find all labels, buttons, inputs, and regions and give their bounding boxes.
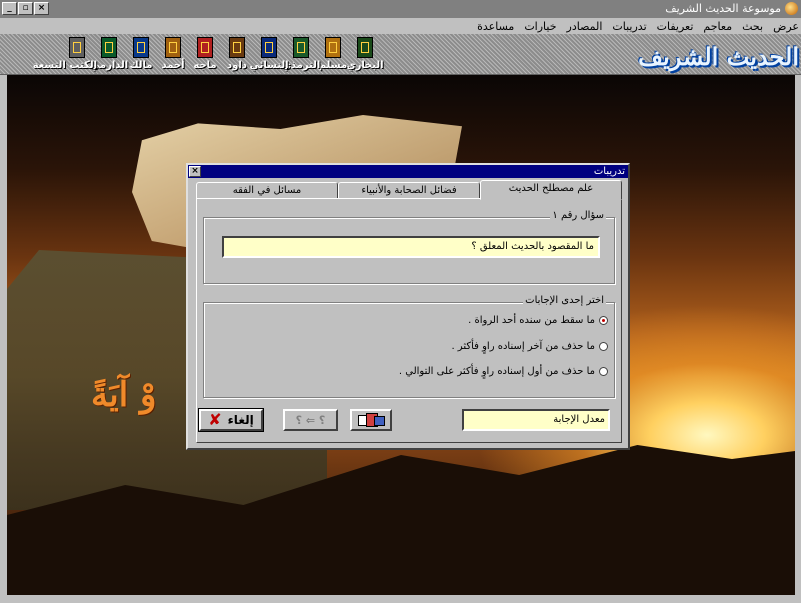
menu-view[interactable]: عرض	[773, 20, 799, 33]
dialog-titlebar: تدريبات ×	[188, 165, 628, 178]
next-question-button[interactable]: ؟ ⇐ ؟	[283, 409, 338, 431]
app-logo: الحديث الشريف	[638, 42, 799, 71]
book-label: الكتب التسعة	[32, 60, 97, 71]
calligraphy-text: وْ آيَةً	[91, 375, 157, 415]
app-titlebar: موسوعة الحديث الشريف _ ▫ ×	[0, 0, 801, 18]
menu-options[interactable]: خيارات	[524, 20, 556, 33]
book-button-nasai[interactable]: النسائي	[249, 35, 289, 73]
menu-search[interactable]: بحث	[742, 20, 763, 33]
answers-legend: اختر إحدى الإجابات	[523, 295, 606, 306]
tools-button[interactable]	[350, 409, 392, 431]
book-button-darimi[interactable]: الدارمي	[90, 35, 128, 73]
answer-text: ما سقط من سنده أحد الرواة .	[468, 315, 595, 326]
exercises-dialog: تدريبات × علم مصطلح الحديث فضائل الصحابة…	[186, 163, 630, 450]
book-button-tirmidhi[interactable]: الترمذي	[282, 35, 320, 73]
menu-help[interactable]: مساعدة	[477, 20, 514, 33]
dialog-title: تدريبات	[593, 166, 625, 177]
book-button-ahmad[interactable]: أحمد	[157, 35, 189, 73]
menu-dictionaries[interactable]: معاجم	[703, 20, 732, 33]
tab-fiqh-issues[interactable]: مسائل في الفقه	[196, 182, 338, 199]
menu-exercises[interactable]: تدريبات	[612, 20, 646, 33]
book-icon	[261, 37, 277, 58]
answer-text: ما حذف من أول إسناده راوٍ فأكثر على التو…	[398, 366, 595, 377]
book-button-majah[interactable]: ماجه	[189, 35, 221, 73]
book-button-muslim[interactable]: مسلم	[317, 35, 349, 73]
book-button-malik[interactable]: مالك	[125, 35, 157, 73]
radio-selected[interactable]	[599, 316, 608, 325]
radio-unselected[interactable]	[599, 367, 608, 376]
cancel-x-icon: ✘	[208, 410, 222, 429]
book-icon	[357, 37, 373, 58]
book-icon	[101, 37, 117, 58]
book-button-bukhari[interactable]: البخاري	[346, 35, 384, 73]
book-icon	[69, 37, 85, 58]
cancel-button[interactable]: ✘ إلغاء	[198, 408, 264, 432]
book-button-dawud[interactable]: داود	[221, 35, 253, 73]
book-icon	[325, 37, 341, 58]
book-icon	[293, 37, 309, 58]
tab-strip: علم مصطلح الحديث فضائل الصحابة والأنبياء…	[196, 180, 622, 200]
book-icon	[197, 37, 213, 58]
tab-companions-prophets[interactable]: فضائل الصحابة والأنبياء	[338, 182, 480, 199]
book-icon	[229, 37, 245, 58]
answer-text: ما حذف من آخر إسناده راوٍ فأكثر .	[451, 341, 595, 352]
tab-hadith-terminology[interactable]: علم مصطلح الحديث	[480, 180, 622, 200]
menu-definitions[interactable]: تعريفات	[657, 20, 694, 33]
tab-panel: سؤال رقم ١ ما المقصود بالحديث المعلق ؟ ا…	[196, 198, 622, 443]
menu-bar: عرض بحث معاجم تعريفات تدريبات المصادر خي…	[0, 18, 801, 34]
book-icon	[133, 37, 149, 58]
answer-option-1[interactable]: ما سقط من سنده أحد الرواة .	[468, 315, 608, 326]
radio-unselected[interactable]	[599, 342, 608, 351]
book-buttons: البخاري مسلم الترمذي النسائي داود ماجه أ…	[33, 35, 384, 73]
toolbar: البخاري مسلم الترمذي النسائي داود ماجه أ…	[0, 34, 801, 75]
answer-option-2[interactable]: ما حذف من آخر إسناده راوٍ فأكثر .	[451, 341, 608, 352]
dialog-close-button[interactable]: ×	[189, 166, 201, 177]
question-group: سؤال رقم ١ ما المقصود بالحديث المعلق ؟	[203, 210, 615, 284]
answers-group: اختر إحدى الإجابات ما سقط من سنده أحد ال…	[203, 295, 615, 398]
book-button-nine-books[interactable]: الكتب التسعة	[33, 35, 97, 73]
app-icon[interactable]	[785, 2, 798, 15]
answer-option-3[interactable]: ما حذف من أول إسناده راوٍ فأكثر على التو…	[399, 366, 608, 377]
close-button[interactable]: ×	[34, 2, 49, 15]
cancel-label: إلغاء	[227, 413, 254, 427]
question-legend: سؤال رقم ١	[550, 210, 606, 221]
book-icon	[165, 37, 181, 58]
app-title: موسوعة الحديث الشريف	[665, 2, 781, 15]
window-controls: _ ▫ ×	[2, 2, 49, 15]
status-bar	[0, 595, 801, 603]
tools-icon	[358, 413, 385, 427]
question-text: ما المقصود بالحديث المعلق ؟	[222, 236, 600, 258]
minimize-button[interactable]: _	[2, 2, 17, 15]
maximize-button[interactable]: ▫	[18, 2, 33, 15]
answer-rate-field: معدل الإجابة	[462, 409, 610, 431]
menu-sources[interactable]: المصادر	[567, 20, 603, 33]
